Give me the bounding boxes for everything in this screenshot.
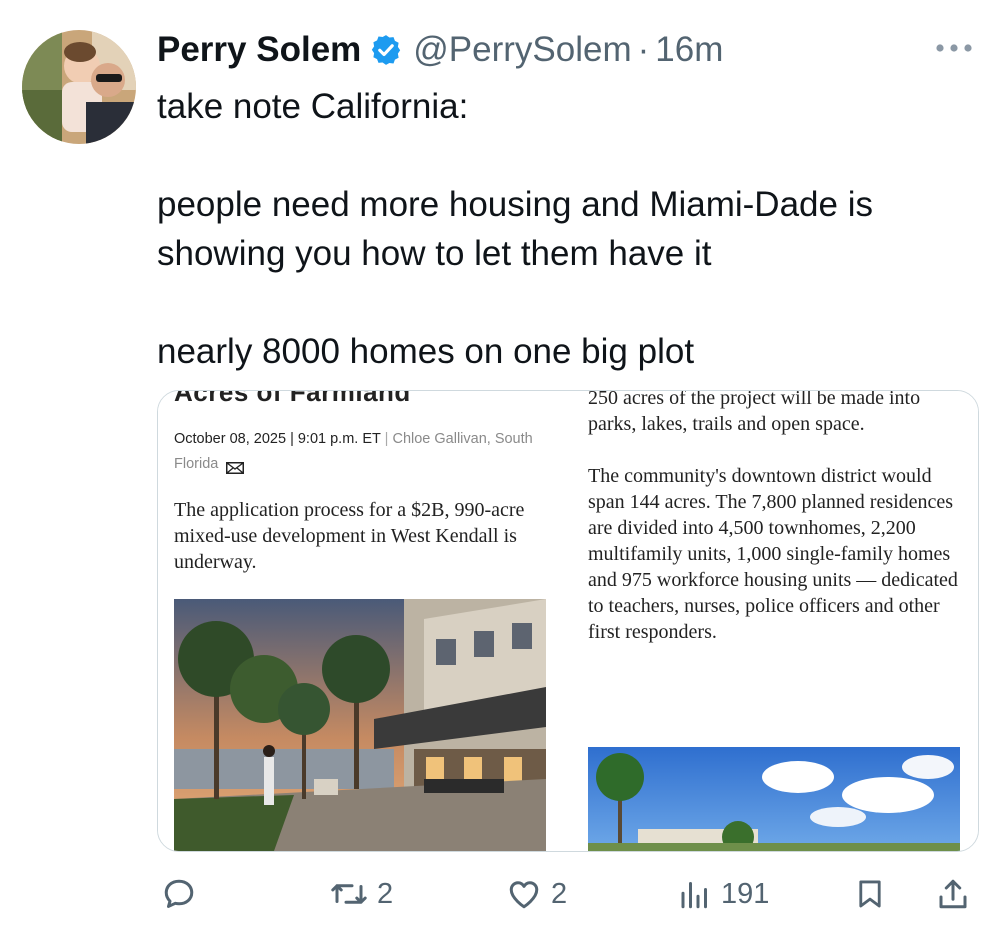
article-body: 250 acres of the project will be made in… [588, 391, 968, 645]
tweet-line: nearly 8000 homes on one big plot [157, 332, 695, 371]
avatar[interactable] [22, 30, 136, 144]
aerial-rendering [588, 747, 960, 851]
repost-count: 2 [377, 877, 394, 910]
share-icon [939, 879, 967, 909]
action-bar: 2 2 191 [157, 866, 977, 922]
article-paragraph: The community's downtown district would … [588, 465, 958, 643]
more-icon[interactable] [934, 38, 974, 58]
bookmark-icon [859, 880, 881, 908]
like-count: 2 [551, 877, 568, 910]
verified-badge-icon [369, 33, 403, 67]
development-rendering [174, 599, 546, 851]
repost-button[interactable]: 2 [329, 866, 393, 922]
views-count: 191 [721, 877, 770, 910]
reply-icon [164, 879, 194, 908]
tweet-line: showing you how to let them have it [157, 234, 712, 273]
views-button[interactable]: 191 [677, 866, 769, 922]
like-button[interactable]: 2 [505, 866, 567, 922]
like-icon [509, 881, 539, 909]
views-icon [681, 882, 707, 909]
article-headline-clipped: Acres of Farmland [174, 391, 411, 407]
mail-icon [226, 458, 245, 475]
tweet-text: take note California: people need more h… [157, 82, 977, 376]
article-byline: October 08, 2025 | 9:01 p.m. ET | Chloe … [174, 427, 554, 477]
media-image-right[interactable]: 250 acres of the project will be made in… [568, 391, 978, 851]
article-paragraph: 250 acres of the project will be made in… [588, 391, 921, 435]
byline-date: October 08, 2025 | 9:01 p.m. ET [174, 431, 381, 447]
media-image-left[interactable]: Acres of Farmland October 08, 2025 | 9:0… [158, 391, 568, 851]
article-lede: The application process for a $2B, 990-a… [174, 499, 525, 573]
byline-separator: | [384, 431, 389, 447]
reply-button[interactable] [161, 866, 205, 922]
repost-icon [331, 884, 367, 904]
share-button[interactable] [935, 866, 971, 922]
tweet-header: Perry Solem @PerrySolem · 16m [157, 28, 723, 72]
media-card[interactable]: Acres of Farmland October 08, 2025 | 9:0… [157, 390, 979, 852]
meta-separator: · [637, 30, 650, 69]
bookmark-button[interactable] [853, 866, 887, 922]
tweet-line: people need more housing and Miami-Dade … [157, 185, 873, 224]
tweet-line: take note California: [157, 87, 469, 126]
author-name[interactable]: Perry Solem [157, 30, 361, 70]
avatar-image [22, 30, 136, 144]
author-handle[interactable]: @PerrySolem [413, 30, 631, 70]
timestamp[interactable]: 16m [655, 30, 723, 70]
